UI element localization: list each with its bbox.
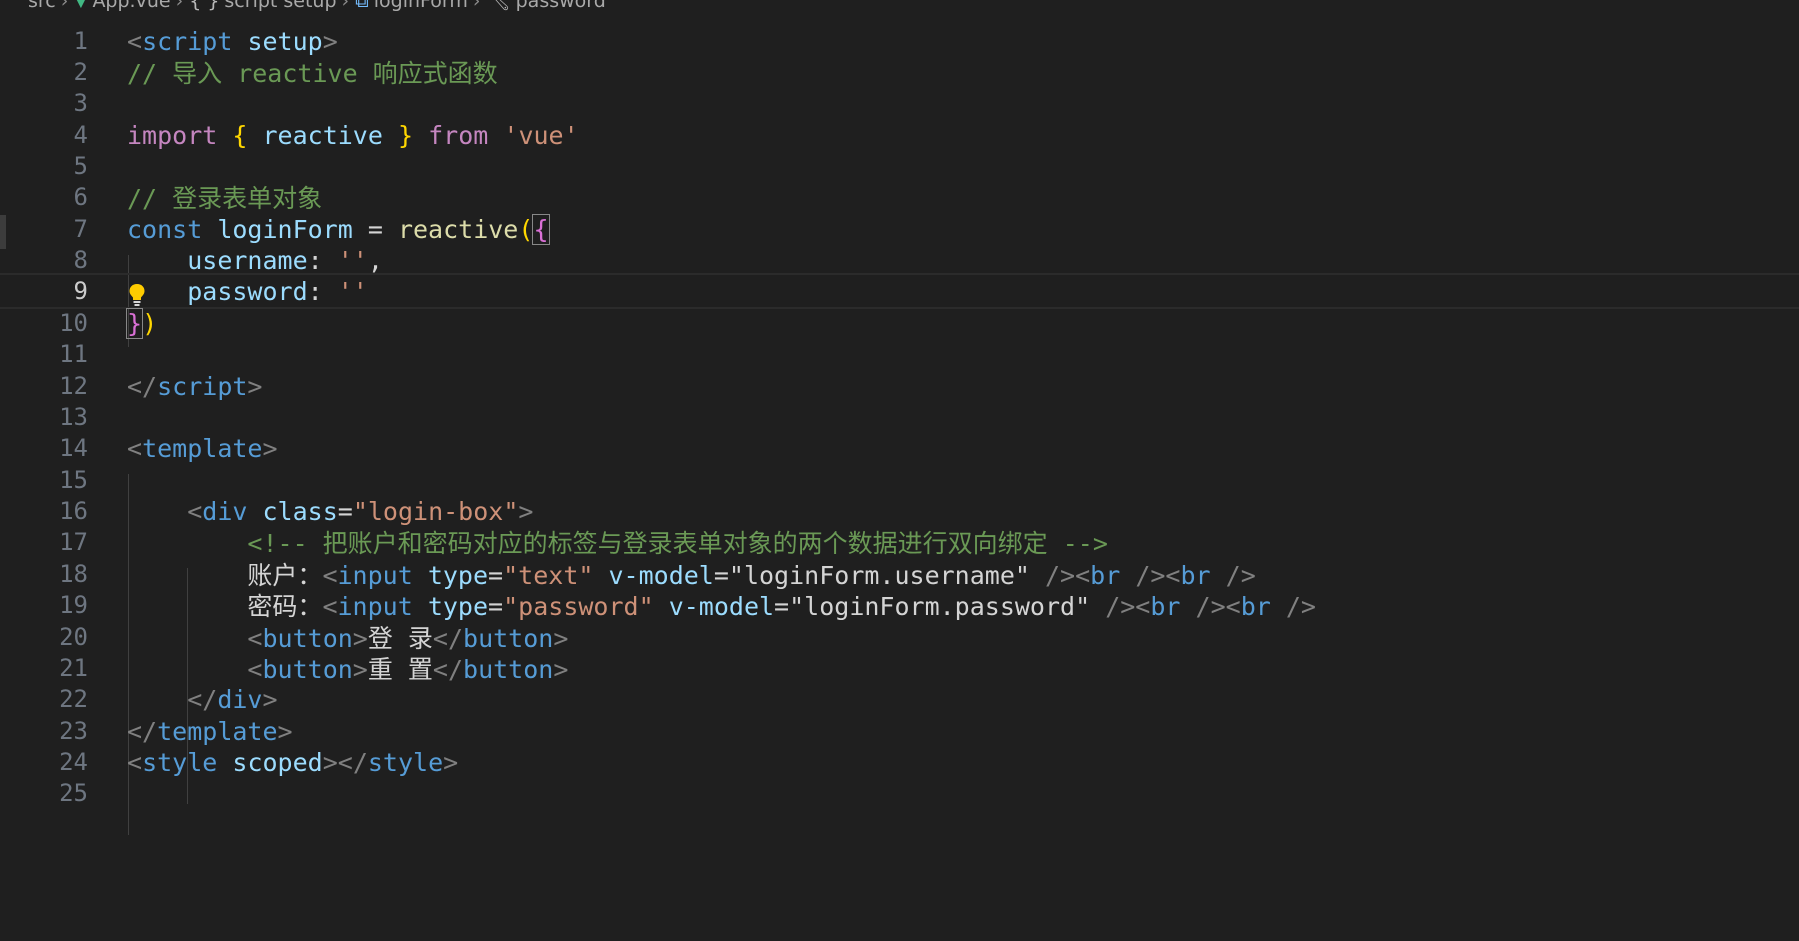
code-line-current[interactable]: 9 password: ''	[0, 273, 1799, 309]
code-line[interactable]: 19 密码：<input type="password" v-model="lo…	[0, 587, 1799, 623]
line-number: 18	[59, 560, 88, 588]
line-number: 7	[73, 215, 88, 243]
code-text: </script>	[127, 371, 263, 401]
breadcrumb-label-property: password	[515, 0, 606, 12]
code-text: <script setup>	[127, 26, 338, 56]
code-line[interactable]: 22 </div>	[0, 681, 1799, 717]
line-number: 13	[59, 403, 88, 431]
line-number: 24	[59, 748, 88, 776]
breadcrumb-label-file: App.vue	[92, 0, 171, 12]
line-number: 22	[59, 685, 88, 713]
line-number: 9	[73, 277, 88, 305]
line-number: 21	[59, 654, 88, 682]
code-line[interactable]: 3	[0, 85, 1799, 121]
line-number: 20	[59, 623, 88, 651]
line-number: 1	[73, 27, 88, 55]
line-number: 8	[73, 246, 88, 274]
code-text: const loginForm = reactive({	[127, 213, 550, 245]
breadcrumb-label-symbol: loginForm	[373, 0, 468, 12]
line-number: 12	[59, 372, 88, 400]
breadcrumb-item-block[interactable]: { } script setup ›	[189, 0, 349, 11]
code-text: <style scoped></style>	[127, 747, 459, 777]
code-text: import { reactive } from 'vue'	[127, 120, 579, 150]
code-text: <!-- 把账户和密码对应的标签与登录表单对象的两个数据进行双向绑定 -->	[247, 529, 1108, 558]
breadcrumb: src › ▼ App.vue › { } script setup › ⧉ l…	[0, 0, 1799, 12]
code-text: username: '',	[187, 245, 383, 275]
line-number: 19	[59, 591, 88, 619]
chevron-right-icon: ›	[175, 0, 184, 12]
code-text: </template>	[127, 716, 293, 746]
code-comment: // 登录表单对象	[127, 184, 323, 213]
line-number: 4	[73, 121, 88, 149]
braces-icon: { }	[189, 0, 220, 12]
breadcrumb-label-block: script setup	[224, 0, 337, 12]
cube-icon: ⧉	[355, 0, 369, 12]
chevron-right-icon: ›	[60, 0, 69, 12]
line-number: 17	[59, 528, 88, 556]
line-number: 10	[59, 309, 88, 337]
breadcrumb-item-file[interactable]: ▼ App.vue ›	[74, 0, 183, 11]
line-number: 11	[59, 340, 88, 368]
code-text: <template>	[127, 433, 278, 463]
breadcrumb-item-property[interactable]: 🔧︎ password	[487, 0, 606, 11]
code-line[interactable]: 11	[0, 336, 1799, 372]
breadcrumb-label-src: src	[28, 0, 56, 12]
code-line[interactable]: 14 <template>	[0, 430, 1799, 466]
code-line[interactable]: 17 <!-- 把账户和密码对应的标签与登录表单对象的两个数据进行双向绑定 --…	[0, 524, 1799, 560]
code-text: 密码：<input type="password" v-model="login…	[247, 592, 1316, 621]
line-number: 14	[59, 434, 88, 462]
code-editor[interactable]: 1 <script setup> 2 // 导入 reactive 响应式函数 …	[0, 23, 1799, 941]
wrench-icon: 🔧︎	[486, 0, 511, 12]
chevron-right-icon: ›	[472, 0, 481, 12]
breadcrumb-item-symbol[interactable]: ⧉ loginForm ›	[355, 0, 480, 11]
code-line[interactable]: 6 // 登录表单对象	[0, 179, 1799, 215]
line-number: 5	[73, 152, 88, 180]
code-text: </div>	[187, 684, 278, 714]
line-number: 23	[59, 717, 88, 745]
code-text: <div class="login-box">	[187, 496, 534, 526]
line-number: 16	[59, 497, 88, 525]
lightbulb-icon[interactable]	[128, 283, 146, 307]
code-line[interactable]: 25	[0, 775, 1799, 811]
line-number: 6	[73, 183, 88, 211]
line-number: 25	[59, 779, 88, 807]
vue-logo-icon: ▼	[74, 0, 88, 11]
code-text: password: ''	[187, 276, 368, 306]
breadcrumb-item-src[interactable]: src ›	[28, 0, 68, 11]
line-number: 3	[73, 89, 88, 117]
chevron-right-icon: ›	[341, 0, 350, 12]
code-text: })	[125, 307, 158, 339]
line-number: 15	[59, 466, 88, 494]
line-number: 2	[73, 58, 88, 86]
